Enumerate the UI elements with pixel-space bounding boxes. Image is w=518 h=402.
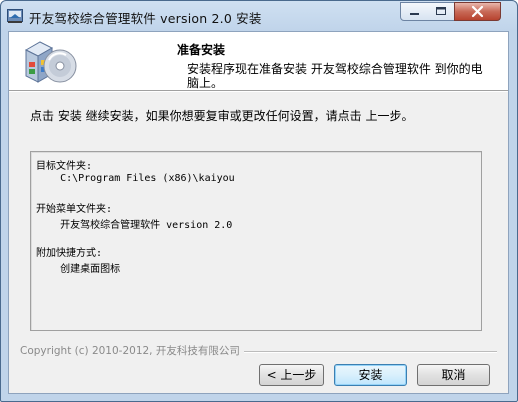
cancel-button[interactable]: 取消 <box>417 364 490 386</box>
instruction-text: 点击 安装 继续安装，如果你想要复审或更改任何设置，请点击 上一步。 <box>30 109 414 123</box>
header-subtitle: 安装程序现在准备安装 开友驾校综合管理软件 到你的电脑上。 <box>187 62 483 90</box>
minimize-icon <box>410 13 419 15</box>
minimize-button[interactable] <box>400 2 429 21</box>
close-button[interactable] <box>454 2 501 21</box>
memo-line-target-label: 目标文件夹: <box>36 161 93 172</box>
memo-line-shortcuts-label: 附加快捷方式: <box>36 248 103 259</box>
memo-line-target-path: C:\Program Files (x86)\kaiyou <box>36 173 235 184</box>
window-title: 开友驾校综合管理软件 version 2.0 安装 <box>29 11 262 26</box>
settings-summary-memo[interactable]: 目标文件夹: C:\Program Files (x86)\kaiyou 开始菜… <box>30 151 482 331</box>
header-title: 准备安装 <box>177 43 226 57</box>
title-bar[interactable]: 开友驾校综合管理软件 version 2.0 安装 <box>1 1 517 31</box>
header-separator <box>9 91 508 92</box>
maximize-icon <box>436 7 446 15</box>
installer-window: 开友驾校综合管理软件 version 2.0 安装 准备安装 安装程序现在准备安… <box>0 0 518 402</box>
wizard-header: 准备安装 安装程序现在准备安装 开友驾校综合管理软件 到你的电脑上。 <box>9 32 508 91</box>
memo-line-startmenu-value: 开友驾校综合管理软件 version 2.0 <box>36 220 233 231</box>
memo-line-shortcuts-value: 创建桌面图标 <box>36 264 121 275</box>
back-button[interactable]: < 上一步 <box>259 364 324 386</box>
installer-app-icon <box>7 9 23 23</box>
wizard-client-area: 准备安装 安装程序现在准备安装 开友驾校综合管理软件 到你的电脑上。 点击 安装… <box>8 31 509 394</box>
close-icon <box>471 5 484 18</box>
maximize-button[interactable] <box>428 2 455 21</box>
package-disc-icon <box>24 41 77 83</box>
memo-line-startmenu-label: 开始菜单文件夹: <box>36 204 113 215</box>
install-button[interactable]: 安装 <box>334 364 407 386</box>
caption-buttons <box>400 2 510 22</box>
copyright-text: Copyright (c) 2010-2012, 开友科技有限公司 <box>20 343 244 358</box>
